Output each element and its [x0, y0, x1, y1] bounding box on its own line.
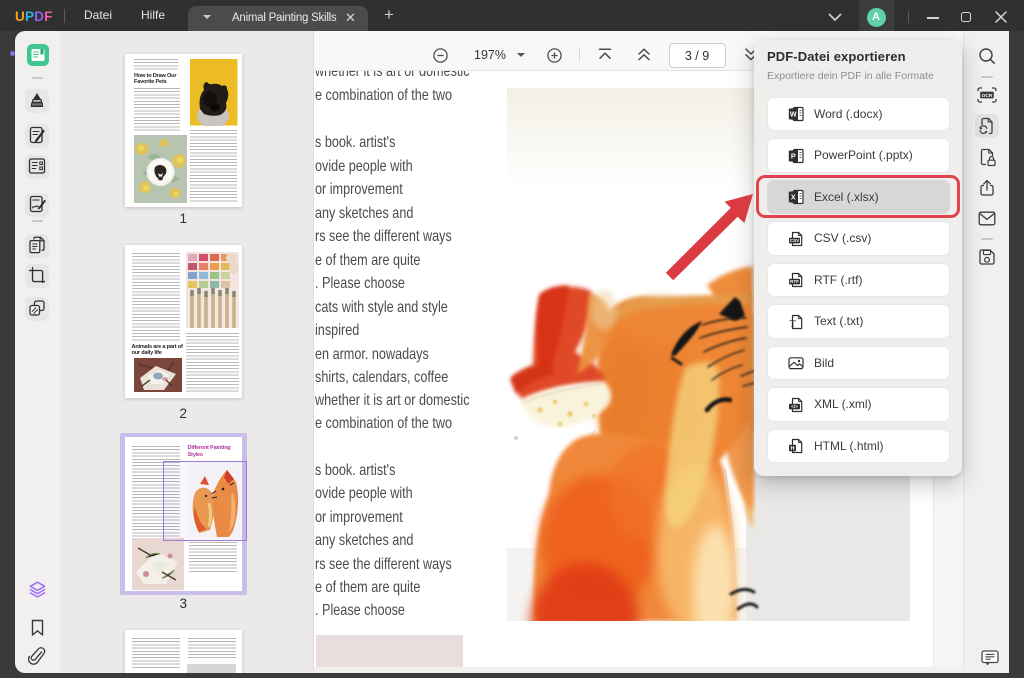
svg-text:P: P [791, 151, 796, 160]
svg-text:RTF: RTF [790, 279, 799, 284]
svg-text:</>: </> [791, 404, 798, 409]
svg-text:W: W [790, 110, 797, 119]
svg-text:T: T [790, 318, 796, 328]
svg-text:CSV: CSV [790, 238, 800, 243]
svg-text:OCR: OCR [982, 93, 993, 99]
svg-text:H: H [790, 446, 794, 452]
